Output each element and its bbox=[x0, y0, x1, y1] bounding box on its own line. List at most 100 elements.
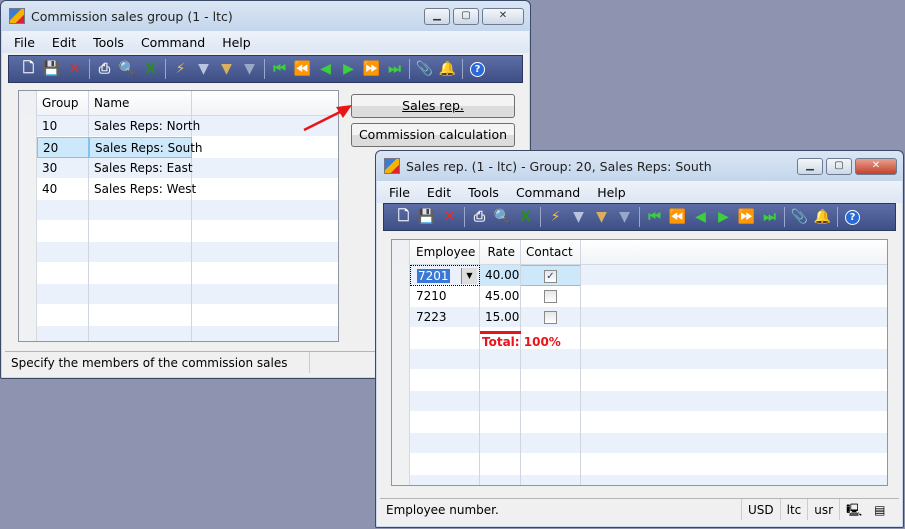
row-selector[interactable] bbox=[392, 349, 410, 370]
table-row[interactable] bbox=[392, 454, 887, 475]
help-icon[interactable]: ? bbox=[841, 206, 864, 228]
remove-filter-icon[interactable]: ▼ bbox=[613, 206, 636, 228]
filter-by-grid-icon[interactable]: ▼ bbox=[192, 58, 215, 80]
contact-cell[interactable] bbox=[521, 391, 581, 412]
row-selector[interactable] bbox=[19, 284, 37, 305]
row-selector[interactable] bbox=[19, 263, 37, 284]
table-row[interactable]: 7223 15.00 bbox=[392, 307, 887, 328]
name-cell[interactable] bbox=[89, 221, 192, 242]
employee-cell[interactable]: 7201 ▼ bbox=[410, 265, 480, 286]
table-row[interactable] bbox=[392, 475, 887, 485]
next-page-icon[interactable]: ⏩ bbox=[360, 58, 383, 80]
row-selector[interactable] bbox=[392, 265, 410, 286]
name-cell[interactable] bbox=[89, 326, 192, 341]
employee-cell[interactable]: 7223 bbox=[410, 307, 480, 328]
column-header-name[interactable]: Name bbox=[89, 91, 192, 116]
row-selector[interactable] bbox=[19, 179, 37, 200]
rate-cell[interactable] bbox=[480, 391, 521, 412]
row-selector[interactable] bbox=[392, 412, 410, 433]
row-selector[interactable] bbox=[19, 116, 37, 137]
group-cell[interactable]: 40 bbox=[37, 179, 89, 200]
table-row[interactable] bbox=[392, 391, 887, 412]
menu-tools[interactable]: Tools bbox=[93, 35, 124, 50]
contact-cell[interactable] bbox=[521, 370, 581, 391]
menu-file[interactable]: File bbox=[14, 35, 35, 50]
rate-cell[interactable]: 40.00 bbox=[480, 265, 521, 286]
help-icon[interactable]: ? bbox=[466, 58, 489, 80]
row-selector[interactable] bbox=[19, 200, 37, 221]
maximize-button[interactable]: ▢ bbox=[453, 8, 479, 25]
table-row[interactable] bbox=[19, 221, 338, 242]
contact-cell[interactable]: ✓ bbox=[521, 265, 581, 286]
document-handling-icon[interactable]: 📎 bbox=[788, 206, 811, 228]
name-cell[interactable]: Sales Reps: North bbox=[89, 116, 200, 137]
row-selector[interactable] bbox=[392, 286, 410, 307]
employee-cell[interactable] bbox=[410, 349, 480, 370]
document-handling-icon[interactable]: 📎 bbox=[413, 58, 436, 80]
group-cell[interactable] bbox=[37, 263, 89, 284]
status-currency[interactable]: USD bbox=[742, 499, 781, 520]
menu-edit[interactable]: Edit bbox=[427, 185, 451, 200]
rate-cell[interactable] bbox=[480, 412, 521, 433]
table-row[interactable] bbox=[392, 412, 887, 433]
alert-icon[interactable]: 🔔 bbox=[436, 58, 459, 80]
menu-tools[interactable]: Tools bbox=[468, 185, 499, 200]
print-icon[interactable]: ⎙ bbox=[468, 206, 491, 228]
status-company[interactable]: ltc bbox=[781, 499, 809, 520]
print-preview-icon[interactable]: 🔍 bbox=[116, 58, 139, 80]
contact-checkbox[interactable]: ✓ bbox=[544, 270, 557, 283]
close-button[interactable]: ✕ bbox=[855, 158, 897, 175]
menu-file[interactable]: File bbox=[389, 185, 410, 200]
table-row[interactable] bbox=[19, 305, 338, 326]
contact-checkbox[interactable] bbox=[544, 311, 557, 324]
excel-icon[interactable]: X bbox=[514, 206, 537, 228]
group-cell[interactable]: 20 bbox=[37, 137, 89, 158]
remove-filter-icon[interactable]: ▼ bbox=[238, 58, 261, 80]
table-row[interactable] bbox=[19, 263, 338, 284]
print-preview-icon[interactable]: 🔍 bbox=[491, 206, 514, 228]
delete-icon[interactable]: ✕ bbox=[438, 206, 461, 228]
table-row[interactable] bbox=[19, 200, 338, 221]
contact-cell[interactable] bbox=[521, 475, 581, 485]
previous-record-icon[interactable]: ◀ bbox=[314, 58, 337, 80]
filter-by-selection-icon[interactable]: ⚡ bbox=[544, 206, 567, 228]
table-row[interactable]: 30 Sales Reps: East bbox=[19, 158, 338, 179]
last-record-icon[interactable]: ⏭ bbox=[758, 206, 781, 228]
group-cell[interactable] bbox=[37, 242, 89, 263]
database-icon[interactable]: ▤ bbox=[868, 499, 891, 520]
name-cell[interactable]: Sales Reps: South bbox=[89, 137, 203, 158]
employee-cell[interactable] bbox=[410, 328, 480, 349]
next-record-icon[interactable]: ▶ bbox=[712, 206, 735, 228]
menu-command[interactable]: Command bbox=[141, 35, 205, 50]
employee-cell[interactable] bbox=[410, 391, 480, 412]
table-row[interactable] bbox=[392, 328, 887, 349]
rate-cell[interactable] bbox=[480, 349, 521, 370]
rate-cell[interactable] bbox=[480, 454, 521, 475]
new-icon[interactable]: 🗋 bbox=[17, 58, 40, 80]
employee-input[interactable]: 7201 bbox=[417, 269, 450, 283]
name-cell[interactable] bbox=[89, 242, 192, 263]
menu-command[interactable]: Command bbox=[516, 185, 580, 200]
name-cell[interactable]: Sales Reps: East bbox=[89, 158, 193, 179]
table-row[interactable] bbox=[19, 326, 338, 341]
new-icon[interactable]: 🗋 bbox=[392, 206, 415, 228]
table-row[interactable]: 10 Sales Reps: North bbox=[19, 116, 338, 137]
print-icon[interactable]: ⎙ bbox=[93, 58, 116, 80]
name-cell[interactable] bbox=[89, 263, 192, 284]
first-record-icon[interactable]: ⏮ bbox=[643, 206, 666, 228]
column-header-employee[interactable]: Employee bbox=[410, 240, 480, 265]
group-cell[interactable] bbox=[37, 200, 89, 221]
row-selector[interactable] bbox=[19, 305, 37, 326]
name-cell[interactable] bbox=[89, 305, 192, 326]
contact-cell[interactable] bbox=[521, 454, 581, 475]
status-user[interactable]: usr bbox=[808, 499, 841, 520]
rate-cell[interactable] bbox=[480, 475, 521, 485]
row-selector[interactable] bbox=[392, 370, 410, 391]
previous-record-icon[interactable]: ◀ bbox=[689, 206, 712, 228]
save-icon[interactable]: 💾 bbox=[40, 58, 63, 80]
advanced-filter-icon[interactable]: ▼ bbox=[215, 58, 238, 80]
table-row[interactable] bbox=[392, 370, 887, 391]
employee-cell[interactable] bbox=[410, 412, 480, 433]
contact-cell[interactable] bbox=[521, 433, 581, 454]
row-selector[interactable] bbox=[392, 475, 410, 485]
